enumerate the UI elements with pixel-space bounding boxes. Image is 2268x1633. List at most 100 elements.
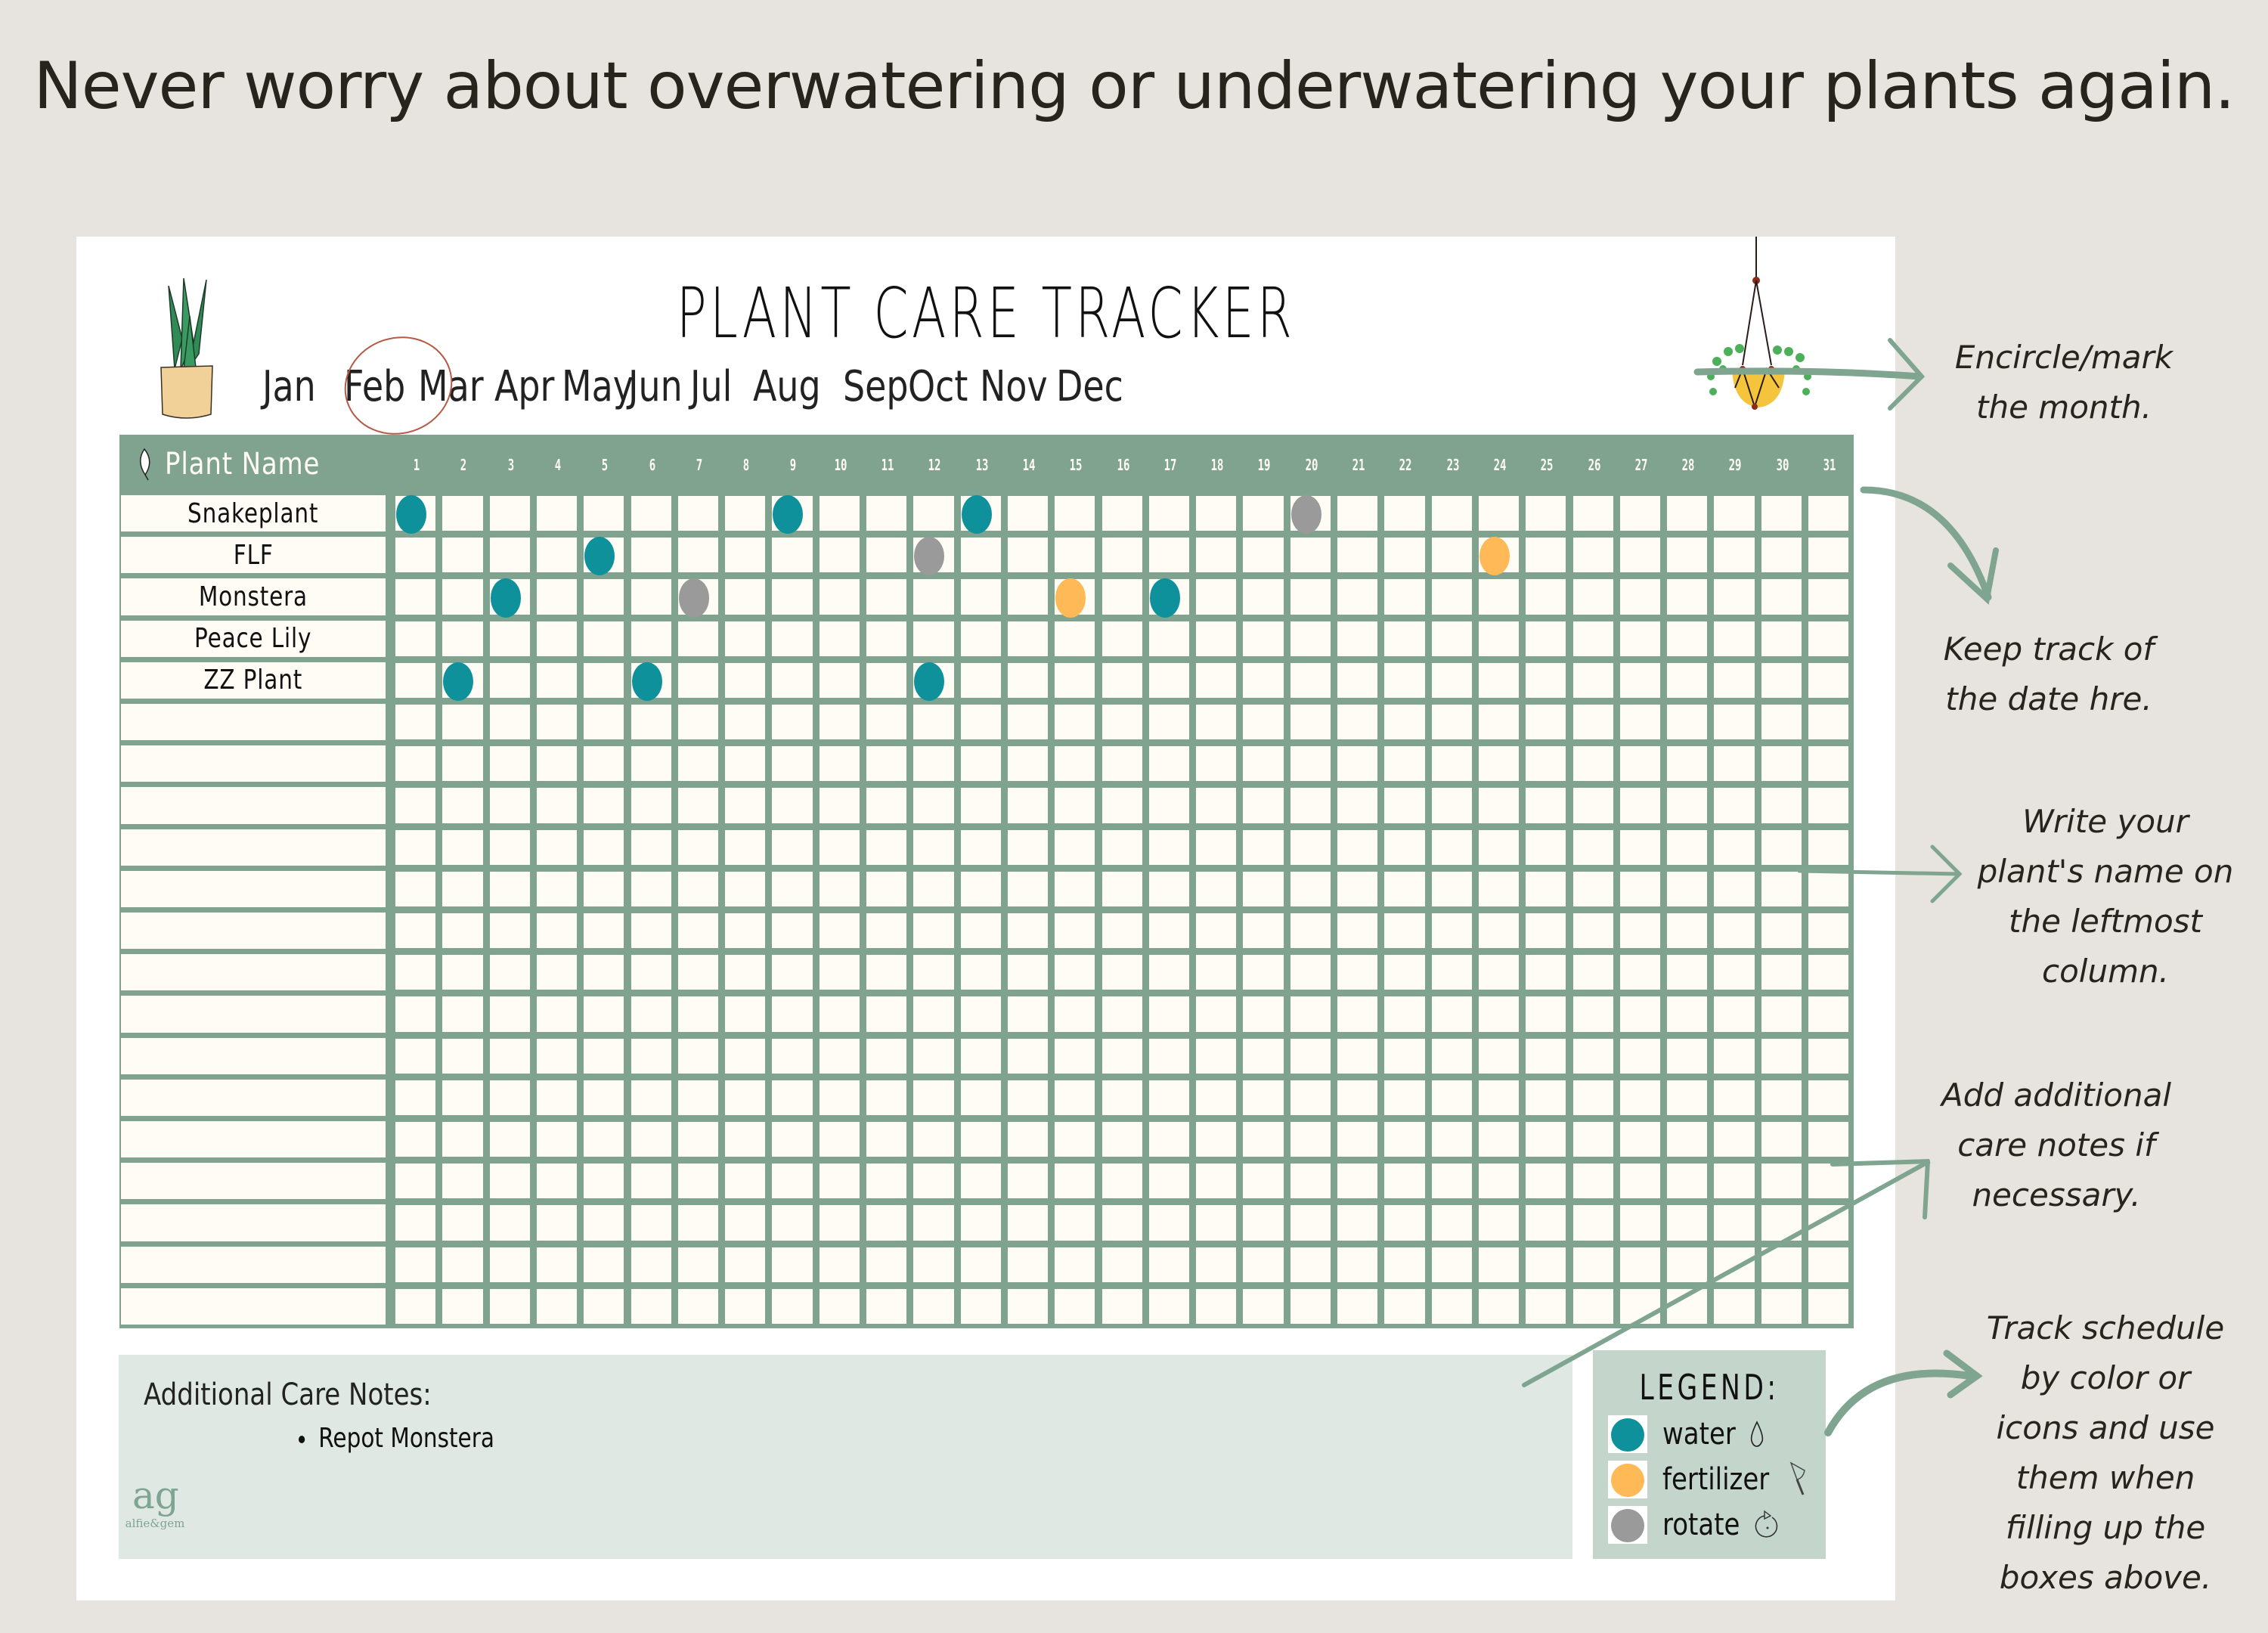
day-cell[interactable]	[1196, 662, 1237, 698]
day-cell[interactable]	[631, 913, 671, 949]
day-cell[interactable]	[536, 913, 578, 949]
day-cell[interactable]	[1148, 1080, 1190, 1115]
day-cell[interactable]	[1478, 496, 1520, 531]
day-cell[interactable]	[1148, 621, 1190, 656]
plant-name-cell[interactable]	[121, 1121, 386, 1158]
day-cell[interactable]	[1055, 1080, 1095, 1115]
day-cell[interactable]	[1055, 538, 1095, 573]
day-cell[interactable]	[631, 1247, 671, 1282]
day-cell[interactable]	[1667, 538, 1708, 573]
day-cell[interactable]	[1714, 662, 1755, 698]
day-cell[interactable]	[1714, 538, 1755, 573]
day-cell[interactable]	[631, 1164, 671, 1199]
day-cell[interactable]	[1714, 496, 1755, 531]
day-cell[interactable]	[1337, 955, 1378, 990]
day-cell[interactable]	[1572, 1080, 1613, 1115]
day-cell[interactable]	[1431, 1288, 1472, 1324]
day-cell[interactable]	[913, 1122, 954, 1157]
day-cell[interactable]	[1101, 538, 1142, 573]
day-cell[interactable]	[536, 1038, 578, 1074]
day-cell[interactable]	[1431, 788, 1472, 823]
day-cell[interactable]	[725, 829, 766, 865]
day-cell[interactable]	[1196, 955, 1237, 990]
day-cell[interactable]	[960, 538, 1001, 573]
day-cell[interactable]	[725, 788, 766, 823]
day-cell[interactable]	[631, 1205, 671, 1241]
day-cell[interactable]	[1243, 1288, 1284, 1324]
day-cell[interactable]	[584, 955, 624, 990]
day-cell[interactable]	[1714, 1038, 1755, 1074]
day-cell[interactable]	[1667, 621, 1708, 656]
day-cell[interactable]	[913, 913, 954, 949]
day-cell[interactable]	[913, 955, 954, 990]
day-cell[interactable]	[489, 621, 530, 656]
day-cell[interactable]	[395, 788, 436, 823]
day-cell[interactable]	[442, 829, 483, 865]
day-cell[interactable]	[960, 1247, 1001, 1282]
day-cell[interactable]	[584, 996, 624, 1032]
day-cell[interactable]	[1007, 788, 1049, 823]
day-cell[interactable]	[819, 829, 860, 865]
day-cell[interactable]	[631, 1122, 671, 1157]
day-cell[interactable]	[1619, 538, 1661, 573]
day-cell[interactable]	[1526, 1122, 1566, 1157]
day-cell[interactable]	[819, 496, 860, 531]
day-cell[interactable]	[913, 1164, 954, 1199]
day-cell[interactable]	[1431, 996, 1472, 1032]
day-cell[interactable]	[584, 788, 624, 823]
day-cell[interactable]	[913, 996, 954, 1032]
day-cell[interactable]	[1667, 1038, 1708, 1074]
day-cell[interactable]	[1243, 1247, 1284, 1282]
day-cell[interactable]	[395, 662, 436, 698]
day-cell[interactable]	[1619, 1080, 1661, 1115]
plant-name-cell[interactable]	[121, 704, 386, 741]
day-cell[interactable]	[442, 746, 483, 782]
day-cell[interactable]	[1526, 829, 1566, 865]
day-cell[interactable]	[442, 496, 483, 531]
day-cell[interactable]	[1761, 1080, 1802, 1115]
day-cell[interactable]	[1384, 1080, 1425, 1115]
day-cell[interactable]	[489, 1038, 530, 1074]
day-cell[interactable]	[1526, 955, 1566, 990]
day-cell[interactable]	[819, 1080, 860, 1115]
month-jan[interactable]: Jan	[262, 362, 316, 411]
day-cell[interactable]	[1619, 913, 1661, 949]
day-cell[interactable]	[1196, 496, 1237, 531]
day-cell[interactable]	[1384, 1247, 1425, 1282]
day-cell[interactable]	[442, 1288, 483, 1324]
day-cell[interactable]	[1101, 746, 1142, 782]
day-cell[interactable]	[677, 1164, 719, 1199]
day-cell[interactable]	[1431, 829, 1472, 865]
day-cell[interactable]	[866, 662, 907, 698]
day-cell[interactable]	[1101, 913, 1142, 949]
day-cell[interactable]	[1337, 871, 1378, 906]
day-cell[interactable]	[395, 913, 436, 949]
day-cell[interactable]	[1007, 871, 1049, 906]
day-cell[interactable]	[960, 746, 1001, 782]
day-cell[interactable]	[1714, 1164, 1755, 1199]
day-cell[interactable]	[1478, 955, 1520, 990]
day-cell[interactable]	[1526, 538, 1566, 573]
day-cell[interactable]	[536, 746, 578, 782]
day-cell[interactable]	[1619, 788, 1661, 823]
day-cell[interactable]	[725, 1164, 766, 1199]
day-cell[interactable]	[1196, 1164, 1237, 1199]
day-cell[interactable]	[395, 538, 436, 573]
day-cell[interactable]	[960, 662, 1001, 698]
day-cell[interactable]	[1290, 955, 1331, 990]
day-cell[interactable]	[1761, 913, 1802, 949]
day-cell[interactable]	[489, 829, 530, 865]
day-cell[interactable]	[395, 871, 436, 906]
day-cell[interactable]	[1337, 913, 1378, 949]
day-cell[interactable]	[1478, 621, 1520, 656]
day-cell[interactable]	[725, 1038, 766, 1074]
month-oct[interactable]: Oct	[908, 362, 968, 411]
day-cell[interactable]	[1243, 1080, 1284, 1115]
day-cell[interactable]	[1667, 1288, 1708, 1324]
day-cell[interactable]	[913, 1038, 954, 1074]
day-cell[interactable]	[772, 538, 813, 573]
day-cell[interactable]	[1196, 621, 1237, 656]
day-cell[interactable]	[1714, 1205, 1755, 1241]
day-cell[interactable]	[1431, 871, 1472, 906]
day-cell[interactable]	[1148, 1205, 1190, 1241]
